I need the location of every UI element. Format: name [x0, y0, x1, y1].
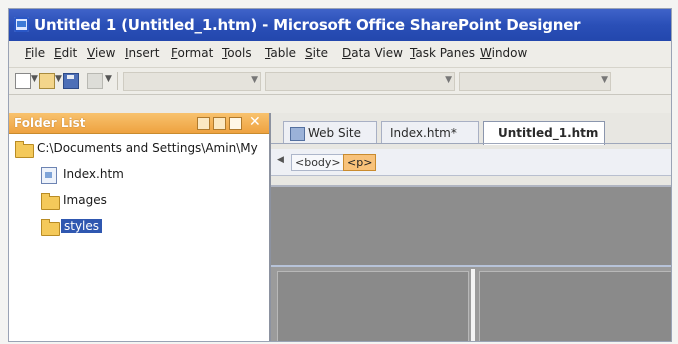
chevron-left-icon[interactable]: ◀	[277, 155, 284, 165]
menu-site[interactable]: Site	[305, 46, 328, 60]
new-page-icon[interactable]	[213, 117, 226, 130]
tab-label: Web Site	[308, 126, 362, 140]
web-site-icon	[290, 127, 305, 141]
menu-task-panes[interactable]: Task Panes	[410, 46, 475, 60]
open-dropdown-arrow-icon[interactable]: ▼	[55, 74, 62, 84]
standard-toolbar: ▼ ▼ ▼ ▼ ▼ ▼	[9, 68, 671, 95]
new-page-icon[interactable]	[15, 73, 31, 89]
folder-icon	[41, 193, 60, 210]
tree-root-row[interactable]: C:\Documents and Settings\Amin\My	[9, 139, 269, 159]
tab-untitled-1[interactable]: Untitled_1.htm	[483, 121, 605, 145]
window-title: Untitled 1 (Untitled_1.htm) - Microsoft …	[34, 16, 581, 34]
menu-insert[interactable]: Insert	[125, 46, 159, 60]
app-window: Untitled 1 (Untitled_1.htm) - Microsoft …	[8, 8, 672, 342]
menu-tools[interactable]: Tools	[222, 46, 252, 60]
maximize-icon[interactable]	[229, 117, 242, 130]
font-combo[interactable]: ▼	[265, 72, 455, 91]
new-folder-icon[interactable]	[197, 117, 210, 130]
frame-pane-left[interactable]	[277, 271, 469, 341]
menu-edit[interactable]: Edit	[54, 46, 77, 60]
folder-list-header[interactable]: Folder List ✕	[9, 113, 269, 134]
tab-index-htm[interactable]: Index.htm*	[381, 121, 479, 144]
folder-icon	[15, 141, 34, 158]
design-view-top[interactable]	[271, 185, 671, 267]
tree-item-label: styles	[61, 219, 103, 233]
html-file-icon	[41, 167, 57, 184]
save-icon[interactable]	[63, 73, 79, 89]
tab-strip-border	[271, 143, 671, 144]
chevron-down-icon[interactable]: ▼	[445, 75, 452, 85]
menu-file[interactable]: File	[25, 46, 45, 60]
toolbar-separator	[117, 72, 118, 90]
tree-item-index[interactable]: Index.htm	[9, 165, 209, 185]
tree-root-label: C:\Documents and Settings\Amin\My	[37, 141, 258, 155]
tab-label: Untitled_1.htm	[498, 126, 599, 140]
tree-item-styles[interactable]: styles	[9, 217, 209, 237]
open-folder-icon[interactable]	[39, 73, 55, 89]
chevron-down-icon[interactable]: ▼	[601, 75, 608, 85]
menu-format[interactable]: Format	[171, 46, 213, 60]
new-dropdown-arrow-icon[interactable]: ▼	[31, 74, 38, 84]
folder-list-title: Folder List	[14, 116, 86, 130]
tab-web-site[interactable]: Web Site	[283, 121, 377, 144]
menu-data-view[interactable]: Data View	[342, 46, 403, 60]
frame-divider[interactable]	[471, 269, 475, 341]
title-bar[interactable]: Untitled 1 (Untitled_1.htm) - Microsoft …	[9, 9, 671, 41]
tree-item-images[interactable]: Images	[9, 191, 209, 211]
tree-item-label: Images	[63, 193, 107, 207]
chevron-down-icon[interactable]: ▼	[251, 75, 258, 85]
tag-p[interactable]: <p>	[343, 154, 377, 171]
sharepoint-designer-icon[interactable]	[14, 17, 29, 32]
menu-bar: File Edit View Insert Format Tools Table…	[9, 41, 671, 68]
tag-body[interactable]: <body>	[291, 154, 345, 171]
menu-table[interactable]: Table	[265, 46, 296, 60]
folder-list-panel: Folder List ✕ C:\Documents and Settings\…	[9, 113, 271, 341]
print-icon[interactable]	[87, 73, 103, 89]
editor-area: Web Site Index.htm* Untitled_1.htm ◀ <bo…	[271, 113, 671, 341]
frame-pane-right[interactable]	[479, 271, 671, 341]
tab-label: Index.htm*	[390, 126, 457, 140]
print-dropdown-arrow-icon[interactable]: ▼	[105, 74, 112, 84]
close-icon[interactable]: ✕	[249, 114, 261, 130]
tree-item-label: Index.htm	[63, 167, 124, 181]
quick-tag-selector: ◀ <body> <p>	[271, 149, 671, 176]
style-combo[interactable]: ▼	[123, 72, 261, 91]
design-view-bottom	[271, 267, 671, 341]
font-size-combo[interactable]: ▼	[459, 72, 611, 91]
menu-window[interactable]: Window	[480, 46, 527, 60]
menu-view[interactable]: View	[87, 46, 115, 60]
folder-icon	[41, 219, 60, 236]
